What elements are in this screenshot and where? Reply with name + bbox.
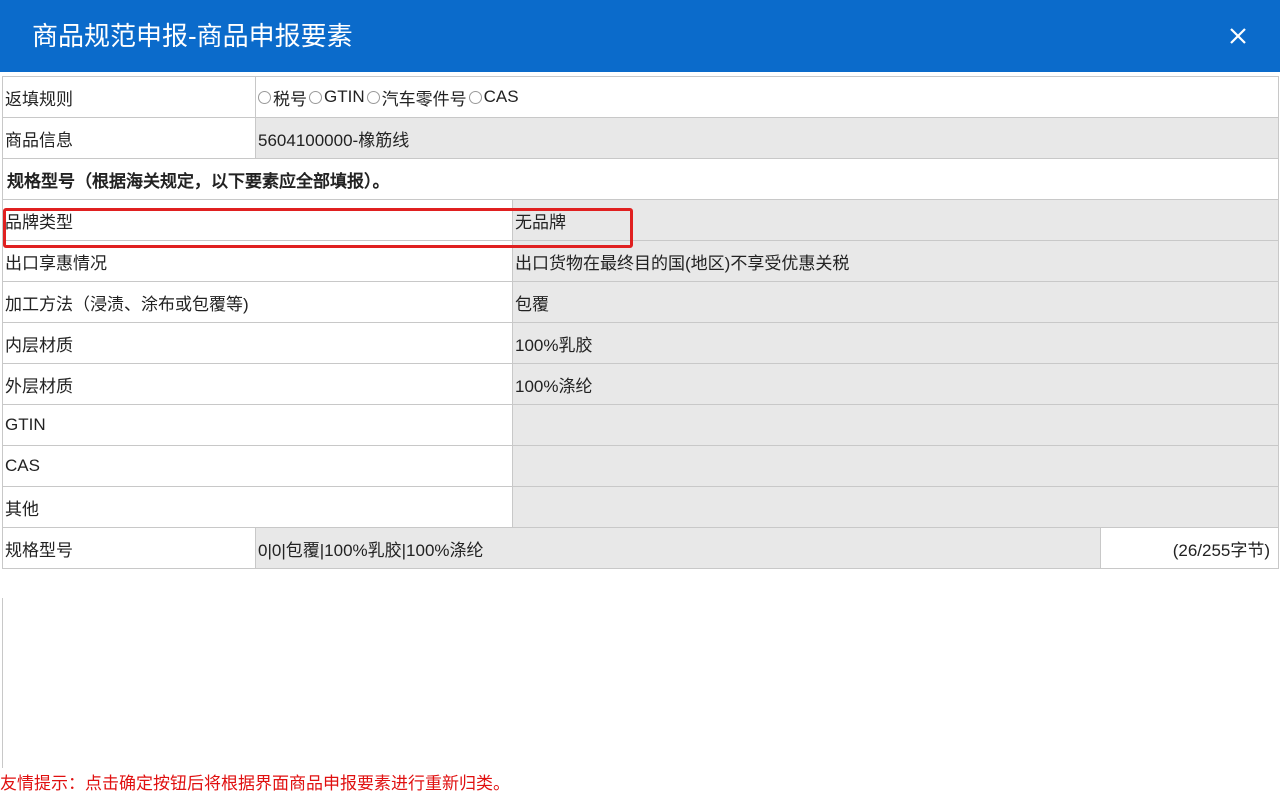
notice-text: 友情提示：点击确定按钮后将根据界面商品申报要素进行重新归类。 [0,774,510,793]
element-row-other: 其他 [2,486,1280,528]
element-row-export-preference: 出口享惠情况 出口货物在最终目的国(地区)不享受优惠关税 [2,240,1280,282]
element-row-inner-material: 内层材质 100%乳胶 [2,322,1280,364]
dialog-left-border [2,598,3,768]
byte-counter: (26/255字节) [1099,527,1280,569]
element-label: 品牌类型 [2,199,513,241]
radio-circle-icon[interactable] [366,90,380,104]
processing-method-field[interactable]: 包覆 [511,281,1280,323]
fill-rule-options: 税号 GTIN 汽车零件号 CAS [254,76,1280,118]
spec-model-value: 0|0|包覆|100%乳胶|100%涤纶 [255,527,1101,569]
export-preference-field[interactable]: 出口货物在最终目的国(地区)不享受优惠关税 [511,240,1280,282]
inner-material-field[interactable]: 100%乳胶 [511,322,1280,364]
product-info-value: 5604100000-橡筋线 [254,117,1280,159]
element-row-brand-type: 品牌类型 无品牌 [2,199,1280,241]
close-icon[interactable] [1222,20,1254,52]
radio-auto-part-number[interactable]: 汽车零件号 [366,85,467,110]
dialog-titlebar: 商品规范申报-商品申报要素 [0,0,1280,72]
fill-rule-row: 返填规则 税号 GTIN 汽车零件号 CAS [2,76,1280,118]
radio-label: 汽车零件号 [381,89,467,109]
element-row-cas: CAS [2,445,1280,487]
product-info-label: 商品信息 [2,117,256,159]
radio-circle-icon[interactable] [309,90,322,104]
radio-circle-icon[interactable] [468,90,482,104]
radio-label: 税号 [273,89,307,109]
dialog-title: 商品规范申报-商品申报要素 [32,21,353,51]
radio-tax-number[interactable]: 税号 [258,85,307,110]
spec-model-row: 规格型号 0|0|包覆|100%乳胶|100%涤纶 (26/255字节) [2,527,1280,569]
radio-circle-icon[interactable] [258,90,271,104]
spec-header-row: 规格型号（根据海关规定，以下要素应全部填报）。 [1,158,1280,200]
element-label: GTIN [2,404,513,446]
element-row-processing-method: 加工方法（浸渍、涂布或包覆等) 包覆 [2,281,1280,323]
fill-rule-label: 返填规则 [2,76,256,118]
radio-label: CAS [483,87,519,106]
radio-cas[interactable]: CAS [468,87,519,107]
brand-type-field[interactable]: 无品牌 [511,199,1280,241]
spec-header: 规格型号（根据海关规定，以下要素应全部填报）。 [1,158,1280,200]
outer-material-field[interactable]: 100%涤纶 [511,363,1280,405]
element-label: 外层材质 [2,363,513,405]
element-label: CAS [2,445,513,487]
cas-field[interactable] [511,445,1280,487]
element-row-gtin: GTIN [2,404,1280,446]
declaration-elements-table: 返填规则 税号 GTIN 汽车零件号 CAS 商品信息 5604100000-橡… [1,76,1280,569]
other-field[interactable] [511,486,1280,528]
element-label: 内层材质 [2,322,513,364]
spec-model-label: 规格型号 [2,527,256,569]
gtin-field[interactable] [511,404,1280,446]
element-label: 加工方法（浸渍、涂布或包覆等) [2,281,513,323]
element-label: 其他 [2,486,513,528]
product-info-row: 商品信息 5604100000-橡筋线 [2,117,1280,159]
radio-label: GTIN [324,87,365,106]
element-label: 出口享惠情况 [2,240,513,282]
radio-gtin[interactable]: GTIN [309,87,365,107]
element-row-outer-material: 外层材质 100%涤纶 [2,363,1280,405]
